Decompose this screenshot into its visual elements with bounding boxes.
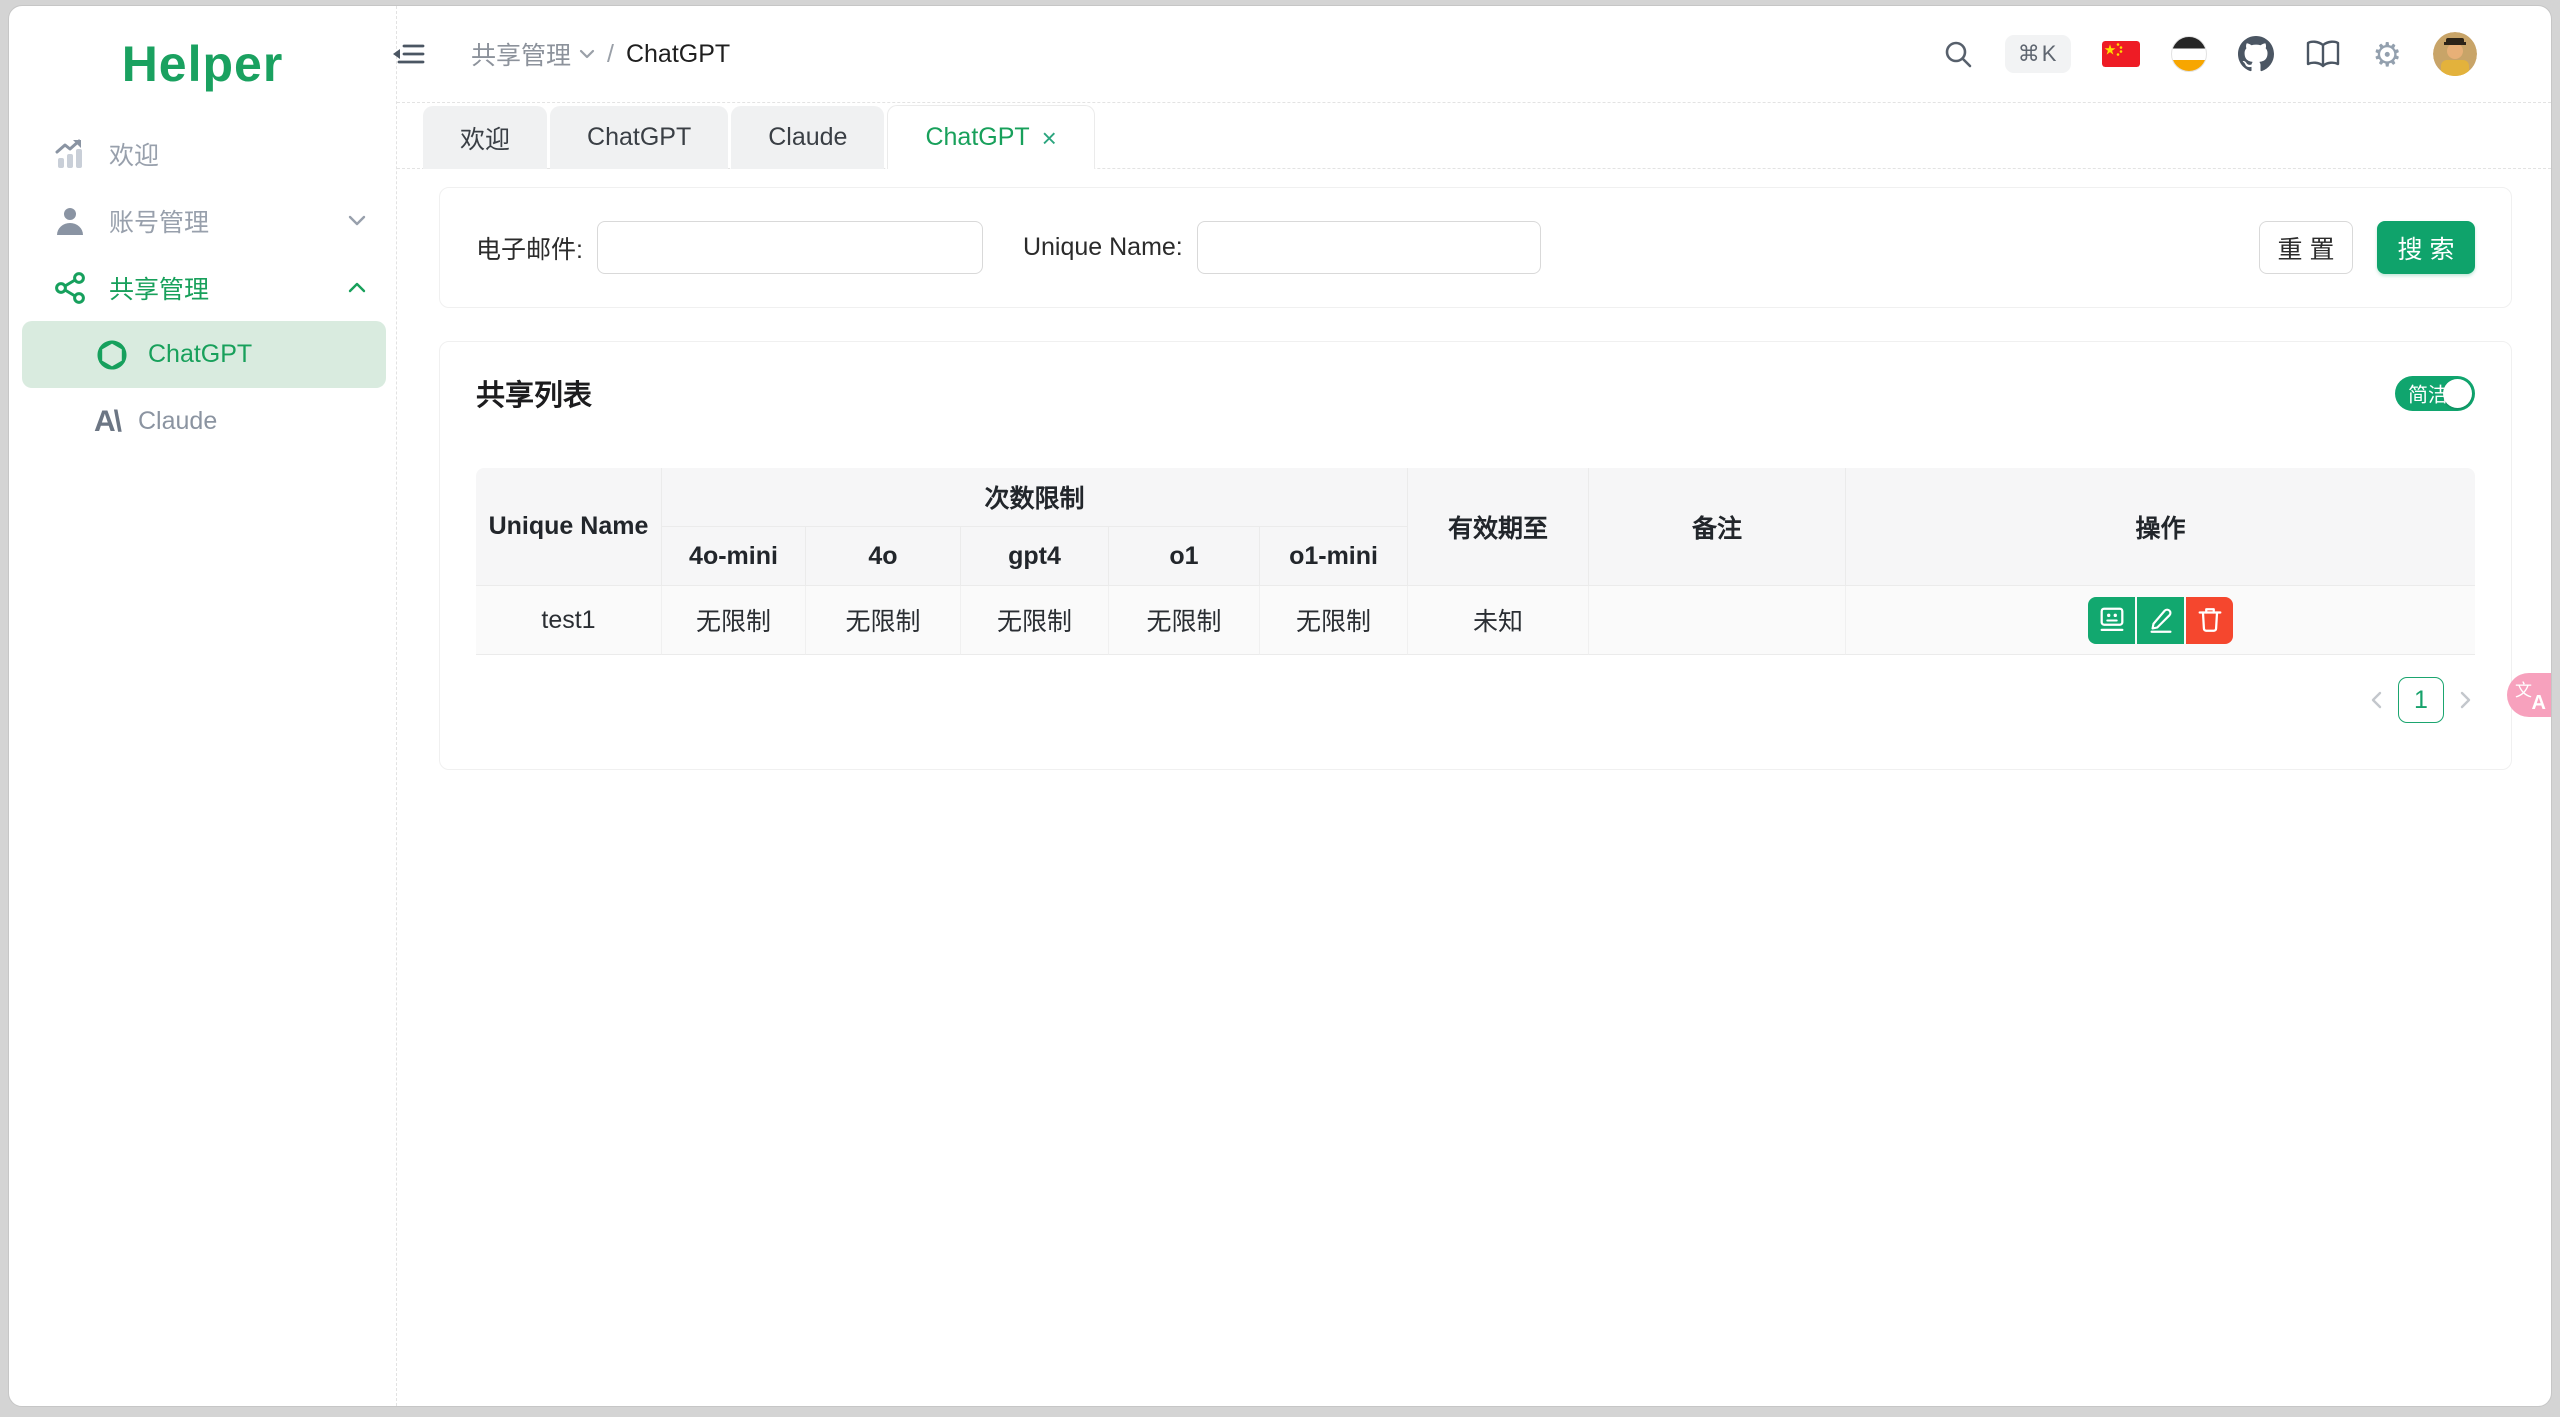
col-header-limits-group: 次数限制	[662, 468, 1409, 527]
compact-toggle[interactable]: 简洁	[2395, 375, 2475, 411]
content-area: 电子邮件: Unique Name: 重 置 搜 索 共享列表 简洁 Uniqu…	[397, 169, 2551, 1406]
email-field[interactable]	[596, 221, 983, 274]
search-form-card: 电子邮件: Unique Name: 重 置 搜 索	[439, 187, 2512, 308]
chart-trend-icon	[53, 137, 87, 171]
sidebar-item-label: Claude	[138, 407, 218, 435]
app-window: Helper 欢迎 账号管理 共享管理 ChatGPT A\ Claude 共享…	[8, 5, 2552, 1407]
cell-note	[1589, 586, 1847, 655]
breadcrumb-section[interactable]: 共享管理	[471, 36, 595, 72]
breadcrumb-separator: /	[607, 39, 614, 68]
tab-chatgpt[interactable]: ChatGPT	[550, 106, 729, 169]
cell-limit-gpt4: 无限制	[961, 586, 1109, 655]
chevron-up-icon	[348, 282, 366, 293]
tab-label: Claude	[768, 123, 848, 151]
tab-claude[interactable]: Claude	[731, 106, 885, 169]
tab-label: 欢迎	[460, 125, 511, 154]
sidebar-item-account[interactable]: 账号管理	[9, 187, 396, 254]
unique-name-field[interactable]	[1196, 221, 1541, 274]
sidebar-item-welcome[interactable]: 欢迎	[9, 120, 396, 187]
search-button[interactable]: 搜 索	[2377, 221, 2475, 274]
edit-button[interactable]	[2137, 596, 2185, 644]
app-logo: Helper	[121, 36, 284, 92]
col-header-expiry: 有效期至	[1408, 468, 1590, 586]
sidebar-menu: 欢迎 账号管理 共享管理 ChatGPT A\ Claude	[9, 120, 396, 455]
translate-float-button[interactable]: 文 A	[2507, 673, 2551, 717]
unique-name-label: Unique Name:	[1022, 233, 1183, 261]
pagination: 1	[476, 677, 2475, 723]
col-header-note: 备注	[1589, 468, 1847, 586]
col-header-actions: 操作	[1846, 468, 2475, 586]
top-bar: 共享管理 / ChatGPT ⌘K ⚙	[393, 6, 2551, 103]
pagination-prev-icon[interactable]	[2369, 690, 2383, 710]
cell-limit-4o-mini: 无限制	[662, 586, 806, 655]
tab-chatgpt-active[interactable]: ChatGPT ×	[887, 105, 1095, 169]
table-row: test1 无限制 无限制 无限制 无限制 无限制 未知	[476, 586, 2475, 655]
share-list-card: 共享列表 简洁 Unique Name 次数限制 有效期至 备注 操作 4o-m…	[439, 341, 2512, 770]
anthropic-logo-icon: A\	[94, 404, 122, 438]
sidebar-item-label: 欢迎	[109, 141, 160, 170]
breadcrumb-current: ChatGPT	[625, 39, 731, 68]
sidebar-item-label: ChatGPT	[148, 340, 253, 368]
sidebar: Helper 欢迎 账号管理 共享管理 ChatGPT A\ Claude	[9, 6, 397, 1406]
shortcut-badge[interactable]: ⌘K	[2004, 35, 2072, 73]
card-title: 共享列表	[476, 380, 593, 412]
col-header-o1-mini: o1-mini	[1260, 527, 1409, 586]
breadcrumb: 共享管理 / ChatGPT	[471, 36, 730, 72]
toggle-knob	[2443, 378, 2472, 408]
delete-button[interactable]	[2186, 596, 2234, 644]
cell-unique-name: test1	[476, 586, 662, 655]
chevron-down-icon	[348, 215, 366, 226]
col-header-unique-name: Unique Name	[476, 468, 662, 586]
col-header-gpt4: gpt4	[961, 527, 1109, 586]
github-icon[interactable]	[2238, 36, 2275, 72]
pagination-page-1[interactable]: 1	[2398, 677, 2444, 723]
header-actions: ⌘K ⚙	[1942, 32, 2477, 76]
reset-button[interactable]: 重 置	[2259, 221, 2353, 274]
tab-label: ChatGPT	[925, 123, 1030, 151]
tab-close-icon[interactable]: ×	[1042, 125, 1057, 151]
user-avatar[interactable]	[2433, 32, 2477, 76]
settings-gear-icon[interactable]: ⚙	[2372, 35, 2402, 74]
cell-limit-4o: 无限制	[806, 586, 961, 655]
main-area: 共享管理 / ChatGPT ⌘K ⚙ 欢迎 ChatGPT Claude Ch…	[393, 6, 2551, 1406]
share-card-button[interactable]	[2088, 596, 2136, 644]
col-header-o1: o1	[1109, 527, 1260, 586]
sidebar-item-label: 账号管理	[109, 208, 210, 237]
trash-icon	[2198, 608, 2221, 632]
tab-bar: 欢迎 ChatGPT Claude ChatGPT ×	[397, 103, 2551, 169]
col-header-4o-mini: 4o-mini	[662, 527, 806, 586]
theme-flag-icon[interactable]	[2171, 36, 2208, 72]
share-icon	[53, 271, 87, 305]
email-label: 电子邮件:	[476, 235, 583, 264]
translate-icon: 文	[2515, 681, 2532, 700]
openai-logo-icon	[94, 337, 130, 373]
search-icon[interactable]	[1942, 38, 1974, 70]
edit-pencil-icon	[2150, 608, 2172, 633]
tab-label: ChatGPT	[587, 123, 692, 151]
action-button-group	[2088, 596, 2234, 644]
cell-actions	[1846, 586, 2475, 655]
cell-limit-o1-mini: 无限制	[1260, 586, 1409, 655]
id-card-icon	[2100, 607, 2123, 631]
sidebar-item-claude[interactable]: A\ Claude	[22, 388, 386, 455]
cell-limit-o1: 无限制	[1109, 586, 1260, 655]
share-table: Unique Name 次数限制 有效期至 备注 操作 4o-mini 4o g…	[476, 468, 2475, 655]
toggle-label: 简洁	[2408, 384, 2448, 407]
user-icon	[53, 204, 87, 238]
col-header-4o: 4o	[806, 527, 961, 586]
docs-book-icon[interactable]	[2305, 39, 2341, 69]
menu-fold-icon[interactable]	[385, 36, 431, 72]
sidebar-item-share[interactable]: 共享管理	[9, 254, 396, 321]
sidebar-item-label: 共享管理	[109, 275, 210, 304]
language-flag-icon[interactable]	[2102, 41, 2141, 67]
tab-welcome[interactable]: 欢迎	[423, 106, 548, 169]
sidebar-item-chatgpt[interactable]: ChatGPT	[22, 321, 386, 388]
chevron-down-icon	[579, 49, 595, 59]
pagination-next-icon[interactable]	[2459, 690, 2473, 710]
cell-expiry: 未知	[1408, 586, 1590, 655]
